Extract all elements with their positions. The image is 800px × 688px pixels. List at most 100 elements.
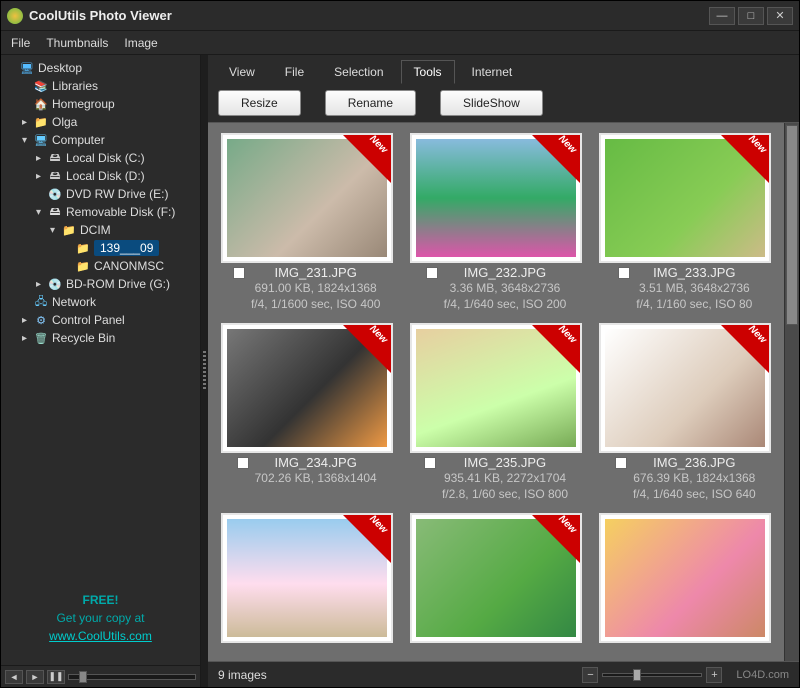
node-icon: 📁 — [61, 223, 77, 237]
node-label: 139___09 — [94, 240, 159, 256]
select-checkbox[interactable] — [233, 267, 245, 279]
node-label: DVD RW Drive (E:) — [66, 187, 168, 201]
thumbnail-image[interactable]: New — [599, 133, 771, 263]
new-badge: New — [343, 325, 391, 373]
slider-pause-button[interactable]: ❚❚ — [47, 670, 65, 684]
thumbnail-image[interactable]: New — [221, 513, 393, 643]
file-size: 691.00 KB, 1824x1368 — [251, 280, 380, 296]
photo-placeholder — [605, 519, 765, 637]
splitter-handle[interactable] — [201, 55, 208, 687]
thumbnail-image[interactable]: New — [599, 323, 771, 453]
node-icon: 📁 — [75, 241, 91, 255]
thumbnail-cell[interactable]: New — [214, 513, 399, 651]
node-label: Recycle Bin — [52, 331, 115, 345]
zoom-track[interactable] — [602, 673, 702, 677]
file-name: IMG_235.JPG — [442, 455, 568, 470]
app-logo-icon — [7, 8, 23, 24]
tree-node[interactable]: 📚Libraries — [1, 77, 200, 95]
resize-button[interactable]: Resize — [218, 90, 301, 116]
select-checkbox[interactable] — [237, 457, 249, 469]
thumbnail-cell[interactable]: NewIMG_234.JPG702.26 KB, 1368x1404 — [214, 323, 399, 509]
thumbnail-image[interactable]: New — [221, 133, 393, 263]
rename-button[interactable]: Rename — [325, 90, 416, 116]
menu-bar: File Thumbnails Image — [1, 31, 799, 55]
tree-node[interactable]: 🖥Desktop — [1, 59, 200, 77]
tab-tools[interactable]: Tools — [401, 60, 455, 84]
folder-tree[interactable]: 🖥Desktop📚Libraries🏠Homegroup▸📁Olga▾🖥Comp… — [1, 55, 200, 581]
menu-thumbnails[interactable]: Thumbnails — [46, 36, 108, 50]
file-name: IMG_233.JPG — [636, 265, 752, 280]
tab-view[interactable]: View — [216, 60, 268, 83]
new-badge: New — [721, 135, 769, 183]
tree-node[interactable]: ▸💿BD-ROM Drive (G:) — [1, 275, 200, 293]
tab-selection[interactable]: Selection — [321, 60, 396, 83]
expand-icon[interactable]: ▾ — [47, 225, 58, 236]
file-size: 676.39 KB, 1824x1368 — [633, 470, 756, 486]
node-label: Network — [52, 295, 96, 309]
minimize-button[interactable]: — — [709, 7, 735, 25]
slider-left-button[interactable]: ◄ — [5, 670, 23, 684]
thumbnail-cell[interactable]: NewIMG_231.JPG691.00 KB, 1824x1368f/4, 1… — [214, 133, 399, 319]
expand-icon[interactable]: ▸ — [19, 315, 30, 326]
thumbnail-image[interactable] — [599, 513, 771, 643]
tree-node[interactable]: 🏠Homegroup — [1, 95, 200, 113]
thumbnail-cell[interactable]: NewIMG_233.JPG3.51 MB, 3648x2736f/4, 1/1… — [593, 133, 778, 319]
new-badge: New — [343, 515, 391, 563]
tree-node[interactable]: ▾📁DCIM — [1, 221, 200, 239]
tree-node[interactable]: ▾🖥Computer — [1, 131, 200, 149]
thumbnail-cell[interactable]: New — [403, 513, 588, 651]
tree-node[interactable]: ▸🗑Recycle Bin — [1, 329, 200, 347]
watermark: LO4D.com — [736, 669, 789, 681]
select-checkbox[interactable] — [426, 267, 438, 279]
thumbnail-cell[interactable]: NewIMG_235.JPG935.41 KB, 2272x1704f/2.8,… — [403, 323, 588, 509]
promo-link[interactable]: www.CoolUtils.com — [9, 627, 192, 645]
expand-icon[interactable]: ▾ — [19, 135, 30, 146]
file-exif: f/4, 1/1600 sec, ISO 400 — [251, 296, 380, 312]
tree-node[interactable]: 📁139___09 — [1, 239, 200, 257]
thumbnail-cell[interactable] — [593, 513, 778, 651]
zoom-in-button[interactable]: + — [706, 667, 722, 683]
thumbnail-cell[interactable]: NewIMG_232.JPG3.36 MB, 3648x2736f/4, 1/6… — [403, 133, 588, 319]
expand-icon[interactable]: ▸ — [33, 279, 44, 290]
thumbnail-image[interactable]: New — [410, 323, 582, 453]
tree-node[interactable]: 🖧Network — [1, 293, 200, 311]
node-icon: ⚙ — [33, 313, 49, 327]
select-checkbox[interactable] — [618, 267, 630, 279]
menu-image[interactable]: Image — [124, 36, 157, 50]
title-bar[interactable]: CoolUtils Photo Viewer — □ ✕ — [1, 1, 799, 31]
thumbnail-image[interactable]: New — [410, 133, 582, 263]
zoom-control: − + LO4D.com — [582, 667, 789, 683]
slider-thumb[interactable] — [79, 671, 87, 683]
zoom-out-button[interactable]: − — [582, 667, 598, 683]
thumbnail-image[interactable]: New — [221, 323, 393, 453]
tree-node[interactable]: ▸⚙Control Panel — [1, 311, 200, 329]
tab-internet[interactable]: Internet — [459, 60, 526, 83]
tree-node[interactable]: ▸📁Olga — [1, 113, 200, 131]
expand-icon[interactable]: ▸ — [19, 333, 30, 344]
tree-node[interactable]: 📁CANONMSC — [1, 257, 200, 275]
menu-file[interactable]: File — [11, 36, 30, 50]
thumbnail-image[interactable]: New — [410, 513, 582, 643]
tree-node[interactable]: 💿DVD RW Drive (E:) — [1, 185, 200, 203]
maximize-button[interactable]: □ — [738, 7, 764, 25]
scroll-thumb[interactable] — [786, 125, 798, 325]
expand-icon[interactable]: ▸ — [19, 117, 30, 128]
vertical-scrollbar[interactable] — [784, 123, 799, 661]
slider-right-button[interactable]: ► — [26, 670, 44, 684]
thumbnail-cell[interactable]: NewIMG_236.JPG676.39 KB, 1824x1368f/4, 1… — [593, 323, 778, 509]
thumbnail-grid[interactable]: NewIMG_231.JPG691.00 KB, 1824x1368f/4, 1… — [208, 123, 784, 661]
slider-track[interactable] — [68, 674, 196, 680]
expand-icon[interactable]: ▾ — [33, 207, 44, 218]
slideshow-button[interactable]: SlideShow — [440, 90, 543, 116]
tree-node[interactable]: ▸🖴Local Disk (D:) — [1, 167, 200, 185]
expand-icon[interactable]: ▸ — [33, 171, 44, 182]
tree-node[interactable]: ▾🖴Removable Disk (F:) — [1, 203, 200, 221]
node-icon: 🖥 — [33, 133, 49, 147]
tree-node[interactable]: ▸🖴Local Disk (C:) — [1, 149, 200, 167]
expand-icon[interactable]: ▸ — [33, 153, 44, 164]
tab-file[interactable]: File — [272, 60, 317, 83]
zoom-thumb[interactable] — [633, 669, 641, 681]
select-checkbox[interactable] — [424, 457, 436, 469]
select-checkbox[interactable] — [615, 457, 627, 469]
close-button[interactable]: ✕ — [767, 7, 793, 25]
